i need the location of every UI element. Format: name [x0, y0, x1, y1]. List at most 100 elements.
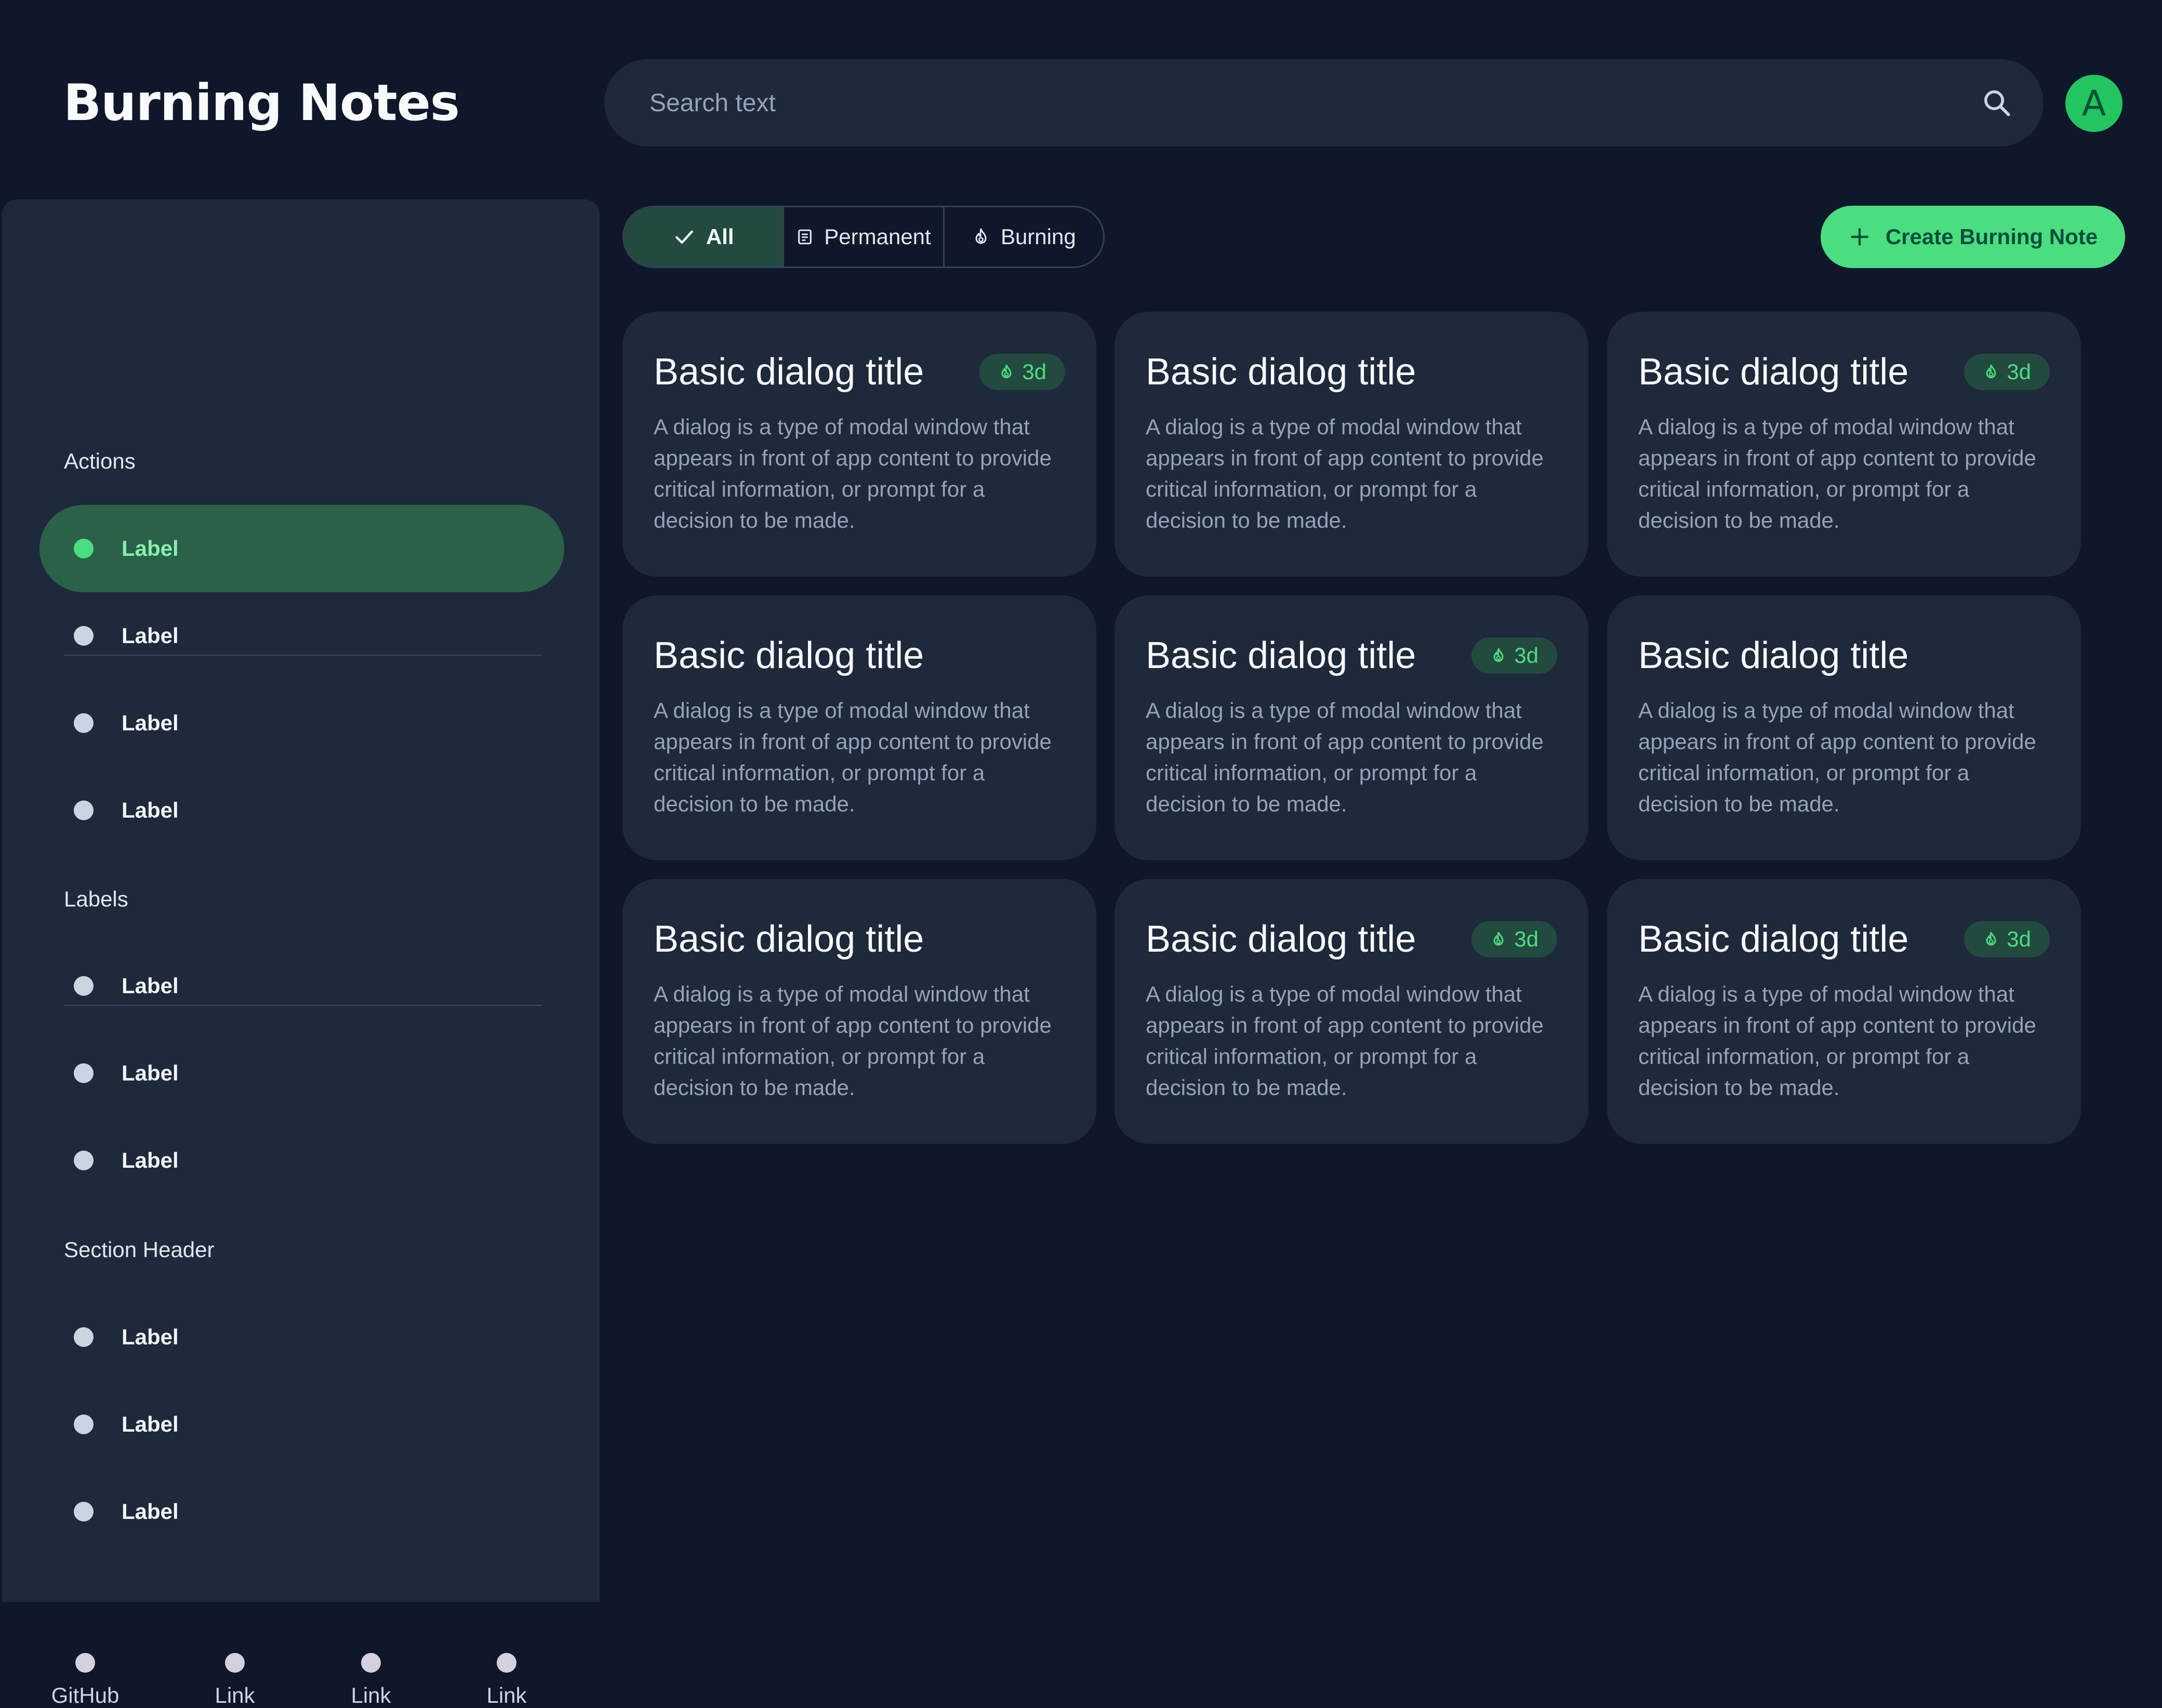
note-card[interactable]: Basic dialog title A dialog is a type of… [622, 595, 1096, 860]
footer-link-label: Link [215, 1683, 255, 1707]
sidebar-item-label: Label [122, 711, 179, 735]
dot-icon [74, 800, 94, 820]
section-header-labels: Labels [64, 887, 128, 911]
divider [64, 1005, 542, 1006]
filter-burning-label: Burning [1000, 224, 1076, 249]
dot-icon [75, 1653, 95, 1673]
flame-icon [1001, 365, 1012, 379]
search-bar[interactable] [604, 59, 2044, 146]
note-card[interactable]: Basic dialog title 3d A dialog is a type… [1607, 879, 2081, 1144]
dot-icon [497, 1653, 516, 1673]
card-title: Basic dialog title [1638, 635, 1909, 676]
note-card[interactable]: Basic dialog title 3d A dialog is a type… [622, 312, 1096, 577]
section-header-section: Section Header [64, 1237, 215, 1262]
card-body: A dialog is a type of modal window that … [1638, 415, 2036, 532]
sidebar-item-label: Label [122, 1325, 179, 1349]
filter-burning[interactable]: Burning [945, 207, 1103, 266]
flame-icon [1493, 648, 1504, 662]
card-body: A dialog is a type of modal window that … [654, 415, 1052, 532]
dot-icon [225, 1653, 245, 1673]
card-title: Basic dialog title [1638, 918, 1909, 960]
card-body: A dialog is a type of modal window that … [1638, 698, 2036, 816]
sidebar-item-label: Label [122, 1499, 179, 1524]
sidebar-item-labels-3[interactable]: Label [39, 1117, 564, 1204]
footer-link-github[interactable]: GitHub [18, 1653, 153, 1708]
flame-icon [1493, 932, 1504, 946]
card-body: A dialog is a type of modal window that … [1146, 415, 1544, 532]
footer-link-label: Link [351, 1683, 391, 1707]
card-title: Basic dialog title [1146, 351, 1416, 393]
dot-icon [74, 1063, 94, 1083]
avatar[interactable]: A [2065, 75, 2123, 132]
note-card[interactable]: Basic dialog title A dialog is a type of… [1115, 312, 1588, 577]
burn-timer-badge: 3d [1471, 637, 1557, 674]
sidebar-item-label: Label [122, 973, 179, 998]
dot-icon [74, 1151, 94, 1170]
create-button-label: Create Burning Note [1885, 224, 2098, 249]
dot-icon [361, 1653, 381, 1673]
badge-text: 3d [2007, 359, 2031, 384]
card-title: Basic dialog title [654, 635, 924, 676]
search-icon[interactable] [1981, 87, 2012, 118]
badge-text: 3d [1514, 927, 1538, 951]
footer-link-label: GitHub [51, 1683, 120, 1707]
card-body: A dialog is a type of modal window that … [654, 982, 1052, 1100]
footer-link-2[interactable]: Link [167, 1653, 302, 1708]
sidebar-item-label: Label [122, 536, 179, 561]
card-body: A dialog is a type of modal window that … [1146, 698, 1544, 816]
sidebar-item-label: Label [122, 1061, 179, 1085]
dot-icon [74, 1502, 94, 1522]
dot-icon [74, 539, 94, 558]
sidebar-item-label: Label [122, 623, 179, 648]
footer-link-4[interactable]: Link [439, 1653, 574, 1708]
filter-all[interactable]: All [624, 207, 785, 266]
badge-text: 3d [2007, 927, 2031, 951]
sidebar-item-section-2[interactable]: Label [39, 1381, 564, 1468]
document-icon [798, 229, 812, 245]
flame-icon [1986, 365, 1996, 379]
app-title: Burning Notes [63, 74, 460, 132]
burn-timer-badge: 3d [1964, 354, 2050, 390]
sidebar-item-section-1[interactable]: Label [39, 1293, 564, 1381]
filter-permanent[interactable]: Permanent [784, 207, 945, 266]
badge-text: 3d [1514, 643, 1538, 668]
sidebar-item-label: Label [122, 1148, 179, 1172]
flame-icon [1986, 932, 1996, 946]
filter-permanent-label: Permanent [824, 224, 931, 249]
sidebar-item-actions-2[interactable]: Label [39, 592, 564, 679]
footer-link-3[interactable]: Link [303, 1653, 439, 1708]
sidebar-item-actions-3[interactable]: Label [39, 679, 564, 767]
sidebar-item-label: Label [122, 798, 179, 822]
flame-icon [975, 228, 987, 244]
sidebar-item-actions-1[interactable]: Label [39, 505, 564, 592]
note-card[interactable]: Basic dialog title 3d A dialog is a type… [1115, 879, 1588, 1144]
sidebar-item-labels-2[interactable]: Label [39, 1030, 564, 1117]
sidebar-item-section-3[interactable]: Label [39, 1468, 564, 1555]
card-body: A dialog is a type of modal window that … [1638, 982, 2036, 1100]
sidebar-item-actions-4[interactable]: Label [39, 767, 564, 854]
sidebar-item-labels-1[interactable]: Label [39, 942, 564, 1030]
card-title: Basic dialog title [1638, 351, 1909, 393]
note-card[interactable]: Basic dialog title A dialog is a type of… [1607, 595, 2081, 860]
search-input[interactable] [648, 88, 1981, 118]
divider [64, 655, 542, 656]
sidebar: Actions Label Label Label Label Labels L… [2, 199, 600, 1707]
note-card[interactable]: Basic dialog title A dialog is a type of… [622, 879, 1096, 1144]
card-title: Basic dialog title [1146, 635, 1416, 676]
create-burning-note-button[interactable]: Create Burning Note [1821, 206, 2125, 268]
dot-icon [74, 626, 94, 646]
card-body: A dialog is a type of modal window that … [654, 698, 1052, 816]
note-card[interactable]: Basic dialog title 3d A dialog is a type… [1115, 595, 1588, 860]
dot-icon [74, 713, 94, 733]
check-icon [675, 230, 693, 244]
burn-timer-badge: 3d [1964, 921, 2050, 957]
burn-timer-badge: 3d [979, 354, 1065, 390]
burn-timer-badge: 3d [1471, 921, 1557, 957]
badge-text: 3d [1022, 359, 1046, 384]
section-header-actions: Actions [64, 449, 136, 473]
card-title: Basic dialog title [1146, 918, 1416, 960]
dot-icon [74, 1327, 94, 1347]
dot-icon [74, 976, 94, 996]
note-card[interactable]: Basic dialog title 3d A dialog is a type… [1607, 312, 2081, 577]
filter-segmented-control: All Permanent Burning [622, 206, 1105, 268]
